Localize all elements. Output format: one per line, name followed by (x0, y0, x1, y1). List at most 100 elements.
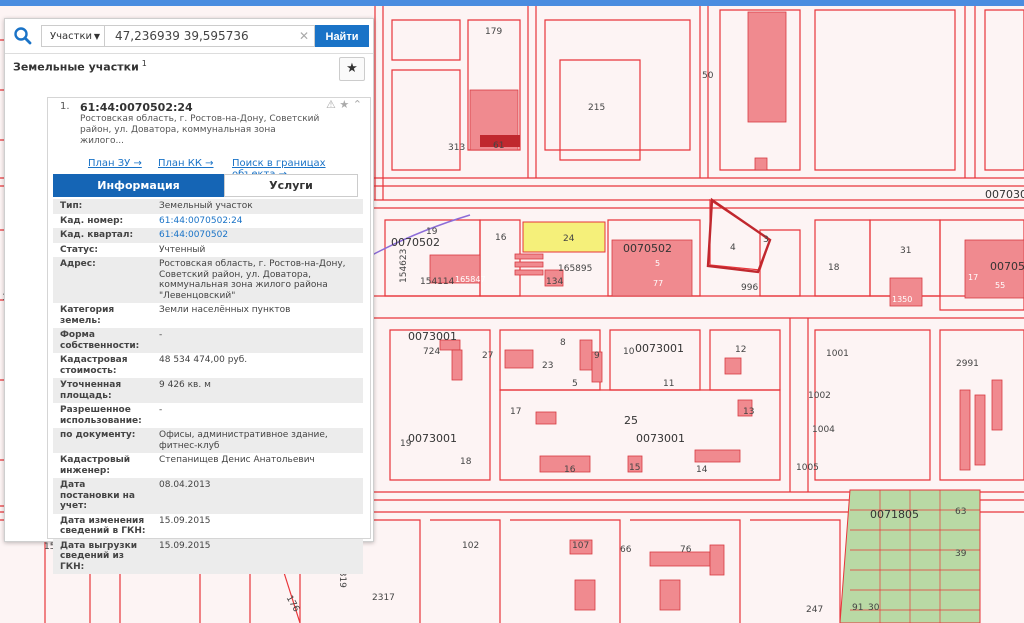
result-cad-number[interactable]: 61:44:0070502:24 (80, 101, 193, 114)
map-label-big: 007030 (985, 188, 1024, 201)
find-button[interactable]: Найти (315, 25, 369, 47)
map-label: 16 (495, 233, 507, 243)
table-row: Форма собственности: - (53, 328, 363, 353)
map-label: 12 (735, 345, 746, 355)
map-label: 107 (572, 541, 589, 551)
map-label: 91 (852, 603, 863, 613)
map-label-big: 0070502 (623, 242, 672, 255)
map-label: 61 (493, 141, 504, 151)
attr-key: Дата постановки на учет: (60, 480, 135, 511)
attr-key: Дата выгрузки сведений из ГКН: (60, 540, 138, 572)
result-card: 1. 61:44:0070502:24 ⚠ ★ ⌃ Ростовская обл… (47, 97, 371, 574)
table-row: Адрес: Ростовская область, г. Ростов-на-Д… (53, 257, 363, 303)
map-label: 16 (564, 465, 576, 475)
map-label: 165895 (558, 264, 592, 274)
attr-value: Учтенный (159, 244, 206, 255)
map-label: 63 (955, 507, 966, 517)
attr-value: 48 534 474,00 руб. (159, 355, 248, 365)
map-label: 23 (542, 361, 553, 371)
attr-key: Тип: (60, 201, 83, 211)
map-label: 996 (741, 283, 758, 293)
attr-value: 08.04.2013 (159, 480, 211, 490)
warning-icon[interactable]: ⚠ (326, 98, 336, 111)
map-label-big: 007050 (990, 260, 1024, 273)
object-type-label: Участки (50, 31, 92, 42)
map-label-big: 0070502 (391, 236, 440, 249)
map-label-big: 0073001 (408, 432, 457, 445)
table-row: Кад. квартал: 61:44:0070502 (53, 228, 363, 243)
plan-zu-link[interactable]: План ЗУ → (88, 158, 142, 169)
map-label: 215 (588, 103, 605, 113)
search-icon[interactable] (11, 25, 35, 47)
cad-quarter-link[interactable]: 61:44:0070502 (159, 230, 228, 240)
map-label: 724 (423, 347, 440, 357)
table-row: Дата выгрузки сведений из ГКН: 15.09.2015 (53, 538, 363, 574)
attr-value: Земельный участок (159, 201, 253, 211)
map-label: 154114 (420, 277, 455, 287)
map-label: 313 (448, 143, 465, 153)
map-label: 247 (806, 605, 823, 615)
star-icon: ★ (346, 61, 358, 76)
map-label: 102 (462, 541, 479, 551)
tab-information[interactable]: Информация (53, 174, 224, 197)
table-row: Кад. номер: 61:44:0070502:24 (53, 214, 363, 229)
map-label: 13 (743, 407, 754, 417)
cad-number-link[interactable]: 61:44:0070502:24 (159, 216, 243, 226)
map-label: 165847 (455, 275, 486, 284)
plan-kk-link[interactable]: План КК → (158, 158, 214, 169)
table-row: Статус: Учтенный (53, 243, 363, 258)
map-label: 1350 (892, 295, 912, 304)
map-label: 154623 (399, 249, 409, 283)
map-label: 31 (900, 246, 911, 256)
attr-value: 9 426 кв. м (159, 380, 211, 390)
clear-icon[interactable]: ✕ (299, 29, 309, 43)
attr-value: Ростовская область, г. Ростов-на-Дону, С… (159, 259, 346, 301)
map-label: 18 (460, 457, 472, 467)
search-input[interactable] (105, 25, 315, 47)
map-label: 10 (623, 347, 635, 357)
object-type-select[interactable]: Участки ▼ (41, 25, 105, 47)
map-label: 1001 (826, 349, 849, 359)
map-label: 76 (680, 545, 692, 555)
map-label: 14 (696, 465, 708, 475)
table-row: Кадастровая стоимость: 48 534 474,00 руб. (53, 353, 363, 378)
attr-key: Статус: (60, 244, 98, 255)
map-label: 179 (485, 27, 502, 37)
attributes-table: Тип: Земельный участок Кад. номер: 61:44:0… (53, 199, 363, 574)
favorite-button[interactable]: ★ (339, 57, 365, 81)
map-label-big: 0071805 (870, 508, 919, 521)
map-label: 17 (968, 273, 978, 282)
map-label: 39 (955, 549, 967, 559)
map-label: 11 (663, 379, 674, 389)
chevron-up-icon[interactable]: ⌃ (353, 98, 362, 111)
attr-value: Земли населённых пунктов (159, 305, 291, 315)
result-index: 1. (60, 101, 70, 112)
map-label-big: 0073001 (635, 342, 684, 355)
map-label: 9 (594, 351, 600, 361)
attr-key: по документу: (60, 430, 136, 440)
map-label: 77 (653, 279, 663, 288)
map-label: 30 (868, 603, 880, 613)
attr-key: Кад. квартал: (60, 230, 134, 240)
map-label: 19 (426, 227, 438, 237)
map-label: 19 (400, 439, 412, 449)
table-row: по документу: Офисы, административное зда… (53, 428, 363, 453)
attr-key: Уточненная площадь: (60, 380, 122, 401)
map-label: 1004 (812, 425, 835, 435)
section-title: Земельные участки 1 (13, 59, 147, 74)
map-label: 55 (995, 281, 1005, 290)
attr-key: Форма собственности: (60, 330, 140, 351)
tab-services[interactable]: Услуги (224, 174, 358, 197)
attr-key: Кад. номер: (60, 215, 124, 226)
attr-key: Кадастровый инженер: (60, 455, 131, 476)
attr-value: Степанищев Денис Анатольевич (159, 455, 315, 465)
chevron-down-icon: ▼ (93, 32, 100, 41)
star-icon[interactable]: ★ (339, 98, 349, 111)
attr-value: 15.09.2015 (159, 540, 211, 551)
map-label: 5 (572, 379, 578, 389)
map-label-big: 0073001 (636, 432, 685, 445)
map-label-big: 0073001 (408, 330, 457, 343)
attr-key: Кадастровая стоимость: (60, 355, 128, 376)
table-row: Тип: Земельный участок (53, 199, 363, 214)
section-title-text: Земельные участки (13, 60, 139, 74)
